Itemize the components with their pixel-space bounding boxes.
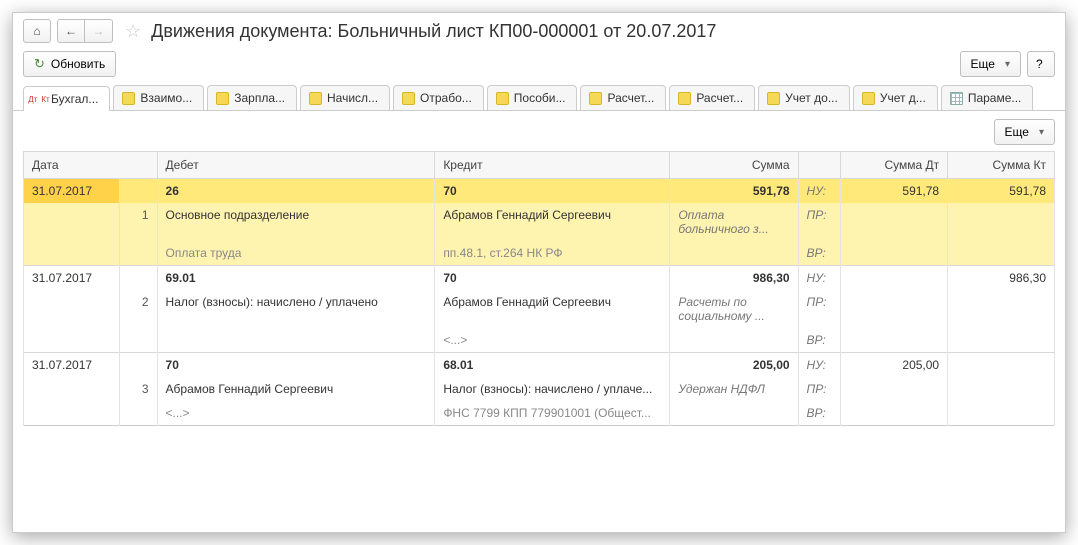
col-debit[interactable]: Дебет — [157, 152, 435, 179]
refresh-icon — [34, 56, 45, 72]
table-row[interactable]: 1Основное подразделениеАбрамов Геннадий … — [24, 203, 1055, 241]
more-button-inner[interactable]: Еще — [994, 119, 1055, 145]
tab-label: Учет до... — [785, 91, 838, 105]
tab-label: Отрабо... — [420, 91, 472, 105]
table-row[interactable]: <...>ФНС 7799 КПП 779901001 (Общест...ВР… — [24, 401, 1055, 426]
more-label-inner: Еще — [1005, 125, 1029, 139]
col-date[interactable]: Дата — [24, 152, 158, 179]
favorite-star-icon[interactable]: ☆ — [125, 21, 141, 42]
col-sum-dt[interactable]: Сумма Дт — [841, 152, 948, 179]
help-label: ? — [1036, 57, 1043, 71]
tab-label: Учет д... — [880, 91, 926, 105]
table-row[interactable]: 2Налог (взносы): начислено / уплаченоАбр… — [24, 290, 1055, 328]
more-button[interactable]: Еще — [960, 51, 1021, 77]
help-button[interactable]: ? — [1027, 51, 1055, 77]
table-row[interactable]: 31.07.20177068.01205,00НУ:205,00 — [24, 353, 1055, 378]
arrow-right-icon: → — [93, 24, 105, 38]
tab-9[interactable]: Учет д... — [853, 85, 938, 110]
tab-8[interactable]: Учет до... — [758, 85, 850, 110]
tab-label: Пособи... — [514, 91, 566, 105]
tab-1[interactable]: Взаимо... — [113, 85, 204, 110]
tab-label: Зарпла... — [234, 91, 285, 105]
yellow-icon — [862, 92, 875, 105]
tab-7[interactable]: Расчет... — [669, 85, 755, 110]
yellow-icon — [216, 92, 229, 105]
sub-action-bar: Еще — [23, 119, 1055, 145]
tab-label: Взаимо... — [140, 91, 192, 105]
tab-4[interactable]: Отрабо... — [393, 85, 484, 110]
col-tag — [798, 152, 841, 179]
tab-10[interactable]: Параме... — [941, 85, 1034, 110]
tab-label: Расчет... — [696, 91, 743, 105]
forward-button[interactable]: → — [85, 19, 113, 43]
more-label: Еще — [971, 57, 995, 71]
refresh-label: Обновить — [51, 57, 105, 71]
nav-group: ← → — [57, 19, 113, 43]
document-movements-window: ⌂ ← → ☆ Движения документа: Больничный л… — [12, 12, 1066, 533]
table-row[interactable]: Оплата трудапп.48.1, ст.264 НК РФВР: — [24, 241, 1055, 266]
yellow-icon — [678, 92, 691, 105]
col-credit[interactable]: Кредит — [435, 152, 670, 179]
home-icon: ⌂ — [33, 24, 40, 38]
postings-table: Дата Дебет Кредит Сумма Сумма Дт Сумма К… — [23, 151, 1055, 426]
tab-label: Параме... — [968, 91, 1022, 105]
col-sum[interactable]: Сумма — [670, 152, 798, 179]
action-bar: Обновить Еще ? — [13, 45, 1065, 85]
table-header-row: Дата Дебет Кредит Сумма Сумма Дт Сумма К… — [24, 152, 1055, 179]
tab-body: Еще Дата Дебет Кредит Сумма Сумма Дт Сум… — [13, 111, 1065, 434]
col-sum-kt[interactable]: Сумма Кт — [948, 152, 1055, 179]
title-bar: ⌂ ← → ☆ Движения документа: Больничный л… — [13, 13, 1065, 45]
tabs-bar: ДтКт Бухгал... Взаимо... Зарпла... Начисл...… — [13, 85, 1065, 111]
yellow-icon — [309, 92, 322, 105]
grid-icon — [950, 92, 963, 105]
yellow-icon — [589, 92, 602, 105]
back-button[interactable]: ← — [57, 19, 85, 43]
tab-0[interactable]: ДтКт Бухгал... — [23, 86, 110, 111]
tab-2[interactable]: Зарпла... — [207, 85, 297, 110]
yellow-icon — [496, 92, 509, 105]
tab-label: Начисл... — [327, 91, 378, 105]
yellow-icon — [122, 92, 135, 105]
tab-3[interactable]: Начисл... — [300, 85, 390, 110]
dtkt-icon: ДтКт — [32, 92, 46, 106]
refresh-button[interactable]: Обновить — [23, 51, 116, 77]
yellow-icon — [767, 92, 780, 105]
tab-label: Бухгал... — [51, 92, 98, 106]
arrow-left-icon: ← — [65, 24, 77, 38]
tab-5[interactable]: Пособи... — [487, 85, 578, 110]
table-row[interactable]: 31.07.201769.0170986,30НУ:986,30 — [24, 266, 1055, 291]
table-row[interactable]: 3Абрамов Геннадий СергеевичНалог (взносы… — [24, 377, 1055, 401]
tab-label: Расчет... — [607, 91, 654, 105]
table-row[interactable]: 31.07.20172670591,78НУ:591,78591,78 — [24, 179, 1055, 204]
page-title: Движения документа: Больничный лист КП00… — [151, 21, 716, 42]
table-row[interactable]: <...>ВР: — [24, 328, 1055, 353]
yellow-icon — [402, 92, 415, 105]
tab-6[interactable]: Расчет... — [580, 85, 666, 110]
home-button[interactable]: ⌂ — [23, 19, 51, 43]
